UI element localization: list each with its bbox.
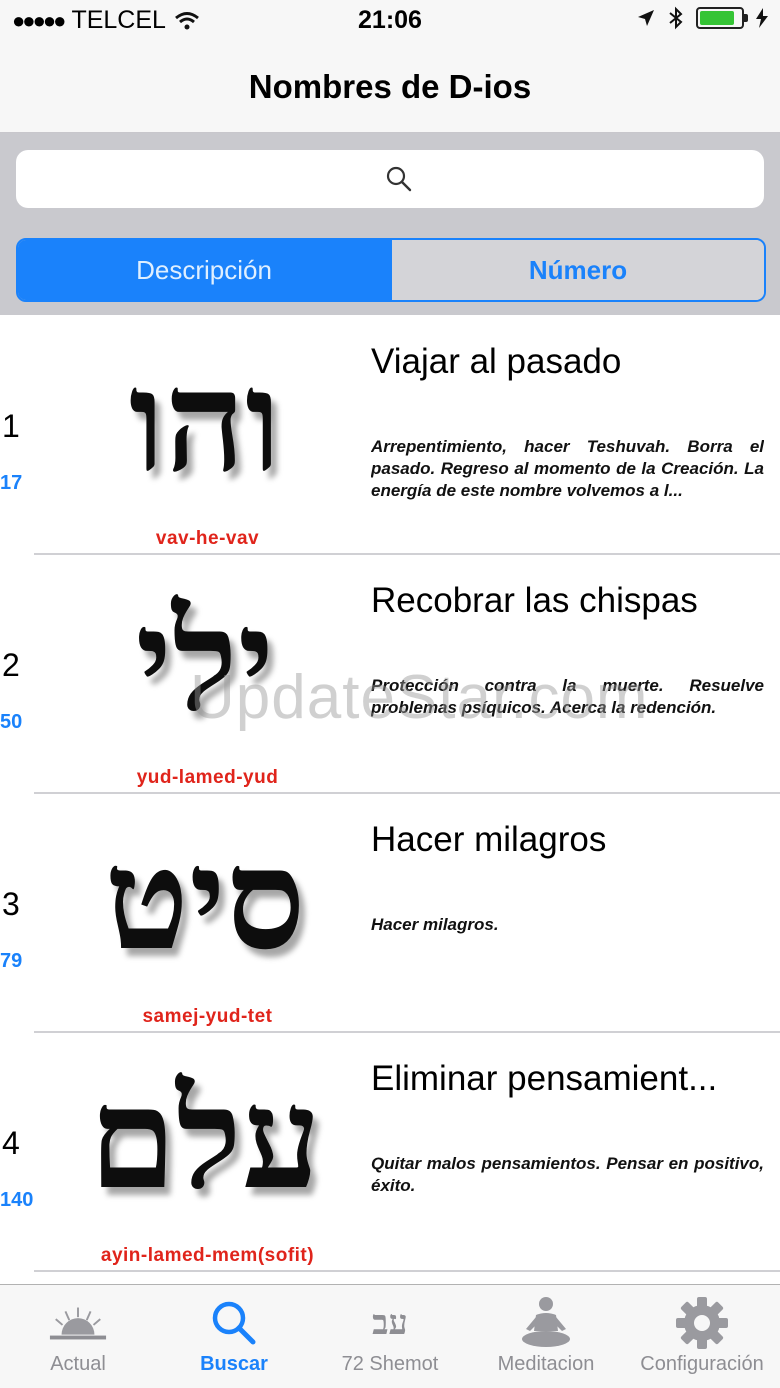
tab-bar: Actual Buscar עב 72 Shemot Meditacion Co… bbox=[0, 1284, 780, 1388]
tab-label: Configuración bbox=[640, 1353, 764, 1375]
search-input[interactable] bbox=[16, 150, 764, 208]
tab-configuracion[interactable]: Configuración bbox=[624, 1285, 780, 1388]
gear-icon bbox=[672, 1297, 732, 1349]
segmented-control: Descripción Número bbox=[16, 238, 766, 302]
transliteration: ayin-lamed-mem(sofit) bbox=[100, 1245, 315, 1266]
row-title: Viajar al pasado bbox=[371, 342, 622, 381]
search-area: Descripción Número bbox=[0, 133, 780, 315]
list-item[interactable]: 3 79 סיט samej-yud-tet Hacer milagros Ha… bbox=[0, 794, 780, 1033]
hebrew-name: ילי bbox=[135, 578, 275, 743]
charging-bolt-icon bbox=[756, 8, 768, 28]
row-divider bbox=[34, 1270, 780, 1272]
row-title: Hacer milagros bbox=[371, 820, 607, 859]
segment-numero[interactable]: Número bbox=[390, 240, 764, 300]
transliteration: vav-he-vav bbox=[155, 528, 260, 549]
sunrise-icon bbox=[48, 1297, 108, 1349]
bluetooth-icon bbox=[669, 6, 683, 30]
battery-icon bbox=[696, 7, 748, 29]
page-title: Nombres de D-ios bbox=[248, 68, 532, 105]
names-list: 1 17 והו vav-he-vav Viajar al pasado Arr… bbox=[0, 316, 780, 1284]
row-index: 4 bbox=[2, 1125, 20, 1161]
row-description: Arrepentimiento, hacer Teshuvah. Borra e… bbox=[371, 437, 764, 500]
location-arrow-icon bbox=[638, 10, 654, 26]
tab-label: Meditacion bbox=[497, 1353, 595, 1375]
search-icon bbox=[386, 166, 412, 192]
row-number: 140 bbox=[0, 1189, 34, 1211]
list-item[interactable]: 1 17 והו vav-he-vav Viajar al pasado Arr… bbox=[0, 316, 780, 555]
tab-label: Actual bbox=[50, 1353, 106, 1375]
list-item[interactable]: 2 50 ילי yud-lamed-yud Recobrar las chis… bbox=[0, 555, 780, 794]
row-description: Hacer milagros. bbox=[371, 915, 499, 934]
tab-actual[interactable]: Actual bbox=[0, 1285, 156, 1388]
tab-label: Buscar bbox=[200, 1353, 268, 1375]
row-number: 17 bbox=[0, 472, 23, 494]
tab-72-shemot[interactable]: עב 72 Shemot bbox=[312, 1285, 468, 1388]
navigation-bar: Nombres de D-ios bbox=[0, 44, 780, 133]
tab-label: 72 Shemot bbox=[341, 1353, 439, 1375]
tab-meditacion[interactable]: Meditacion bbox=[468, 1285, 624, 1388]
hebrew-letters-icon: עב bbox=[360, 1297, 420, 1349]
row-index: 1 bbox=[2, 408, 20, 444]
row-number: 50 bbox=[0, 711, 23, 733]
search-icon bbox=[204, 1297, 264, 1349]
list-item[interactable]: 4 140 עלם ayin-lamed-mem(sofit) Eliminar… bbox=[0, 1033, 780, 1272]
tab-buscar[interactable]: Buscar bbox=[156, 1285, 312, 1388]
hebrew-name: עלם bbox=[88, 1056, 322, 1221]
segment-descripcion[interactable]: Descripción bbox=[18, 240, 390, 300]
transliteration: samej-yud-tet bbox=[142, 1006, 273, 1027]
transliteration: yud-lamed-yud bbox=[136, 767, 279, 788]
row-index: 2 bbox=[2, 647, 20, 683]
row-title: Recobrar las chispas bbox=[371, 581, 698, 620]
row-title: Eliminar pensamient... bbox=[371, 1059, 718, 1098]
row-description: Quitar malos pensamientos. Pensar en pos… bbox=[371, 1154, 764, 1195]
row-index: 3 bbox=[2, 886, 20, 922]
hebrew-name: והו bbox=[128, 339, 282, 504]
row-number: 79 bbox=[0, 950, 23, 972]
hebrew-glyph: עב bbox=[372, 1303, 408, 1343]
status-bar: ●●●●● TELCEL 21:06 bbox=[0, 0, 780, 44]
hebrew-name: סיט bbox=[104, 817, 306, 982]
status-icons bbox=[636, 6, 768, 30]
row-description: Protección contra la muerte. Resuelve pr… bbox=[371, 676, 764, 717]
meditation-icon bbox=[516, 1297, 576, 1349]
